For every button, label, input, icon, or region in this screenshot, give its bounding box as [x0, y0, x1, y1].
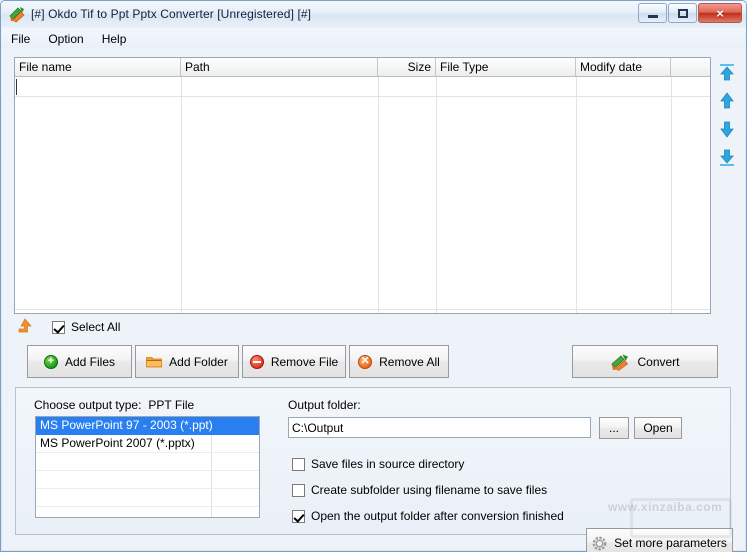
- add-files-label: Add Files: [64, 354, 116, 369]
- create-subfolder-checkbox[interactable]: [292, 483, 305, 497]
- convert-button[interactable]: Convert: [572, 345, 718, 378]
- orange-up-arrow-icon: [16, 318, 36, 336]
- maximize-icon: [677, 8, 688, 18]
- watermark-text: www.xinzaiba.com: [608, 500, 723, 514]
- convert-arrows-icon: [8, 5, 26, 23]
- select-all-label: Select All: [71, 320, 121, 334]
- output-type-list[interactable]: MS PowerPoint 97 - 2003 (*.ppt) MS Power…: [35, 416, 260, 518]
- set-more-parameters-label: Set more parameters: [614, 536, 727, 550]
- list-item-empty[interactable]: [36, 507, 259, 517]
- column-header-extra[interactable]: [671, 58, 710, 76]
- maximize-button[interactable]: [668, 3, 697, 23]
- open-output-folder-checkbox[interactable]: [292, 509, 305, 523]
- list-item[interactable]: MS PowerPoint 2007 (*.pptx): [36, 435, 259, 453]
- grid-column-divider: [181, 77, 182, 313]
- plus-circle-icon: +: [43, 354, 58, 369]
- open-folder-button[interactable]: Open: [634, 417, 682, 439]
- grid-column-divider: [378, 77, 379, 313]
- remove-file-label: Remove File: [270, 354, 339, 369]
- convert-arrows-icon: [610, 353, 630, 371]
- column-header-file-name[interactable]: File name: [15, 58, 181, 76]
- save-in-source-label: Save files in source directory: [311, 457, 465, 471]
- move-to-top-icon: [720, 64, 734, 81]
- move-up-button[interactable]: [716, 87, 738, 115]
- cross-circle-icon: ✕: [358, 354, 373, 369]
- output-type-value: PPT File: [148, 398, 195, 412]
- move-down-icon: [720, 121, 734, 138]
- move-to-bottom-icon: [720, 149, 734, 166]
- grid-column-divider: [576, 77, 577, 313]
- option-row-create-subfolder: Create subfolder using filename to save …: [292, 483, 547, 497]
- file-list-body[interactable]: [15, 77, 710, 313]
- list-item-empty[interactable]: [36, 471, 259, 489]
- output-type-label: Choose output type:: [34, 398, 142, 412]
- move-up-icon: [720, 92, 734, 109]
- file-list[interactable]: File name Path Size File Type Modify dat…: [14, 57, 711, 314]
- open-folder-label: Open: [643, 421, 673, 435]
- move-to-top-button[interactable]: [716, 59, 738, 87]
- grid-row-divider: [15, 96, 710, 97]
- option-row-open-output-folder: Open the output folder after conversion …: [292, 509, 564, 523]
- list-item-empty[interactable]: [36, 489, 259, 507]
- menu-item-help[interactable]: Help: [93, 30, 136, 48]
- save-in-source-checkbox[interactable]: [292, 457, 305, 471]
- caption-button-group: ×: [637, 3, 742, 23]
- remove-file-button[interactable]: Remove File: [242, 345, 346, 378]
- grid-column-divider: [671, 77, 672, 313]
- close-button[interactable]: ×: [698, 3, 742, 23]
- minus-circle-icon: [249, 354, 264, 369]
- select-all-row: Select All: [16, 316, 120, 338]
- window-title: [#] Okdo Tif to Ppt Pptx Converter [Unre…: [31, 7, 312, 21]
- menu-item-file[interactable]: File: [2, 30, 39, 48]
- menu-item-option[interactable]: Option: [39, 30, 92, 48]
- select-all-checkbox[interactable]: [52, 320, 65, 334]
- browse-folder-label: ...: [608, 421, 619, 435]
- minimize-icon: [647, 14, 658, 18]
- minimize-button[interactable]: [638, 3, 667, 23]
- move-to-bottom-button[interactable]: [716, 143, 738, 171]
- grid-column-divider: [436, 77, 437, 313]
- close-icon: ×: [716, 5, 724, 21]
- list-item-empty[interactable]: [36, 453, 259, 471]
- list-caret: [16, 79, 17, 95]
- client-area: File name Path Size File Type Modify dat…: [2, 49, 745, 552]
- create-subfolder-label: Create subfolder using filename to save …: [311, 483, 548, 497]
- title-bar: [#] Okdo Tif to Ppt Pptx Converter [Unre…: [1, 1, 746, 27]
- output-folder-input[interactable]: [288, 417, 591, 438]
- output-folder-label: Output folder:: [288, 398, 361, 412]
- remove-all-label: Remove All: [379, 354, 440, 369]
- column-header-modify-date[interactable]: Modify date: [576, 58, 671, 76]
- grid-row-divider: [15, 309, 710, 310]
- folder-icon: [146, 355, 163, 368]
- menu-bar: File Option Help: [2, 28, 745, 49]
- remove-all-button[interactable]: ✕ Remove All: [349, 345, 449, 378]
- move-down-button[interactable]: [716, 115, 738, 143]
- gear-icon: [592, 536, 607, 551]
- browse-folder-button[interactable]: ...: [599, 417, 629, 439]
- open-output-folder-label: Open the output folder after conversion …: [311, 509, 564, 523]
- option-row-save-in-source: Save files in source directory: [292, 457, 464, 471]
- output-type-label-row: Choose output type: PPT File: [34, 398, 194, 412]
- add-folder-label: Add Folder: [169, 354, 228, 369]
- column-header-file-type[interactable]: File Type: [436, 58, 576, 76]
- add-folder-button[interactable]: Add Folder: [135, 345, 239, 378]
- column-header-path[interactable]: Path: [181, 58, 378, 76]
- list-item[interactable]: MS PowerPoint 97 - 2003 (*.ppt): [36, 417, 259, 435]
- convert-label: Convert: [637, 354, 680, 369]
- application-window: [#] Okdo Tif to Ppt Pptx Converter [Unre…: [0, 0, 747, 552]
- file-list-header: File name Path Size File Type Modify dat…: [15, 58, 710, 77]
- add-files-button[interactable]: + Add Files: [27, 345, 132, 378]
- list-order-buttons: [716, 59, 740, 183]
- column-header-size[interactable]: Size: [378, 58, 436, 76]
